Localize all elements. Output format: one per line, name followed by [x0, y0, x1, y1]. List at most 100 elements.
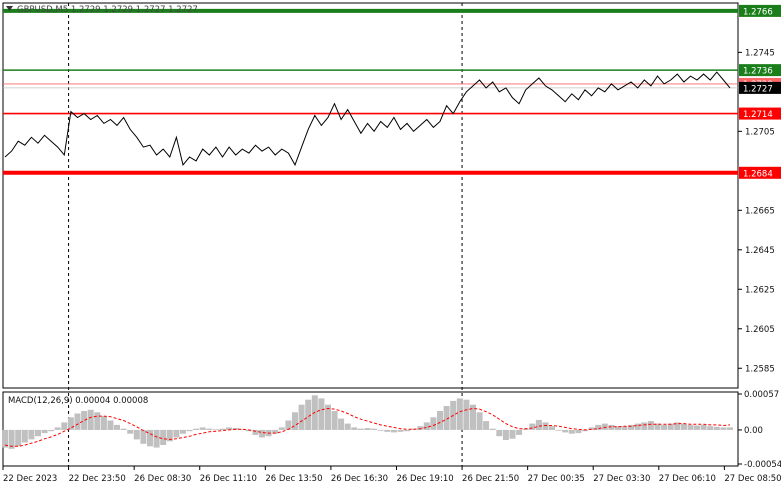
canvas-background — [0, 0, 781, 489]
price-axis-label: 1.2645 — [745, 246, 775, 256]
macd-histogram-bar[interactable] — [680, 423, 687, 430]
macd-histogram-bar[interactable] — [423, 422, 430, 430]
macd-histogram-bar[interactable] — [318, 398, 325, 430]
macd-histogram-bar[interactable] — [687, 424, 694, 430]
macd-histogram-bar[interactable] — [575, 429, 582, 434]
price-axis-label: 1.2705 — [745, 127, 775, 137]
macd-histogram-bar[interactable] — [549, 426, 555, 430]
macd-histogram-bar[interactable] — [647, 421, 654, 430]
macd-histogram-bar[interactable] — [48, 429, 55, 432]
macd-histogram-bar[interactable] — [417, 426, 424, 430]
macd-histogram-bar[interactable] — [568, 429, 575, 434]
macd-histogram-bar[interactable] — [67, 417, 74, 430]
macd-histogram-bar[interactable] — [700, 424, 707, 430]
macd-histogram-bar[interactable] — [713, 426, 720, 430]
macd-histogram-bar[interactable] — [15, 429, 22, 447]
macd-histogram-bar[interactable] — [364, 428, 371, 430]
macd-histogram-bar[interactable] — [727, 427, 733, 430]
macd-histogram-bar[interactable] — [397, 429, 404, 432]
macd-histogram-bar[interactable] — [107, 420, 114, 431]
macd-histogram-bar[interactable] — [555, 429, 562, 431]
macd-axis-label: 0.00 — [744, 426, 763, 436]
macd-histogram-bar[interactable] — [219, 428, 226, 430]
macd-histogram-bar[interactable] — [338, 418, 345, 430]
macd-histogram-bar[interactable] — [212, 429, 219, 431]
time-axis-label: 26 Dec 16:30 — [331, 474, 388, 484]
macd-histogram-bar[interactable] — [127, 429, 134, 434]
price-axis-label: 1.2605 — [745, 325, 775, 335]
macd-histogram-bar[interactable] — [661, 424, 668, 430]
macd-histogram-bar[interactable] — [542, 422, 549, 430]
macd-histogram-bar[interactable] — [516, 429, 523, 435]
macd-histogram-bar[interactable] — [292, 412, 298, 430]
macd-histogram-bar[interactable] — [404, 429, 411, 432]
macd-histogram-bar[interactable] — [344, 423, 351, 430]
macd-histogram-bar[interactable] — [133, 429, 140, 440]
time-axis-label: 26 Dec 13:50 — [265, 474, 322, 484]
macd-histogram-bar[interactable] — [180, 429, 186, 434]
macd-axis-label: -0.00054 — [744, 460, 781, 470]
macd-histogram-bar[interactable] — [535, 419, 542, 430]
macd-histogram-bar[interactable] — [193, 428, 200, 430]
macd-histogram-bar[interactable] — [100, 416, 107, 430]
macd-histogram-bar[interactable] — [562, 429, 569, 433]
macd-histogram-bar[interactable] — [41, 429, 48, 434]
macd-histogram-bar[interactable] — [35, 429, 41, 437]
macd-histogram-bar[interactable] — [351, 427, 358, 430]
level-label: 1.2766 — [743, 7, 773, 17]
macd-histogram-bar[interactable] — [456, 398, 463, 430]
macd-histogram-bar[interactable] — [489, 428, 496, 430]
price-axis-label: 1.2665 — [745, 206, 775, 216]
current-price-label: 1.2727 — [743, 84, 773, 94]
macd-histogram-bar[interactable] — [694, 425, 700, 430]
macd-histogram-bar[interactable] — [160, 429, 167, 445]
macd-histogram-bar[interactable] — [54, 427, 61, 430]
macd-histogram-bar[interactable] — [707, 426, 714, 430]
macd-histogram-bar[interactable] — [628, 424, 635, 430]
macd-histogram-bar[interactable] — [114, 424, 120, 430]
macd-histogram-bar[interactable] — [120, 428, 127, 430]
macd-histogram-bar[interactable] — [81, 411, 88, 430]
macd-histogram-bar[interactable] — [74, 413, 81, 430]
chart-canvas[interactable]: 1.2585 1.2605 1.2625 1.2645 1.2665 1.2705 1.27… — [0, 0, 781, 489]
macd-histogram-bar[interactable] — [199, 427, 206, 430]
macd-histogram-bar[interactable] — [28, 429, 35, 440]
macd-histogram-bar[interactable] — [430, 417, 437, 430]
macd-histogram-bar[interactable] — [371, 428, 378, 430]
macd-histogram-bar[interactable] — [377, 429, 384, 431]
macd-histogram-bar[interactable] — [153, 429, 160, 448]
macd-histogram-bar[interactable] — [502, 429, 509, 440]
macd-histogram-bar[interactable] — [186, 429, 193, 432]
macd-histogram-bar[interactable] — [2, 429, 8, 448]
macd-histogram-bar[interactable] — [384, 429, 391, 432]
time-axis-label: 26 Dec 19:10 — [396, 474, 453, 484]
macd-histogram-bar[interactable] — [641, 422, 648, 430]
macd-histogram-bar[interactable] — [390, 429, 397, 433]
macd-histogram-bar[interactable] — [278, 427, 285, 430]
macd-histogram-bar[interactable] — [285, 420, 292, 431]
macd-histogram-bar[interactable] — [259, 429, 266, 438]
macd-histogram-bar[interactable] — [437, 411, 443, 430]
macd-histogram-bar[interactable] — [720, 427, 727, 430]
macd-axis-label: 0.00057 — [744, 390, 779, 400]
macd-histogram-bar[interactable] — [357, 428, 364, 430]
macd-histogram-bar[interactable] — [87, 409, 94, 430]
macd-histogram-bar[interactable] — [529, 423, 536, 430]
macd-histogram-bar[interactable] — [298, 404, 305, 430]
macd-histogram-bar[interactable] — [21, 429, 28, 443]
macd-histogram-bar[interactable] — [94, 412, 101, 430]
macd-histogram-bar[interactable] — [61, 422, 68, 430]
macd-histogram-bar[interactable] — [331, 411, 338, 430]
macd-histogram-bar[interactable] — [509, 429, 516, 439]
macd-histogram-bar[interactable] — [483, 421, 490, 430]
macd-histogram-bar[interactable] — [476, 412, 483, 430]
macd-histogram-bar[interactable] — [496, 429, 503, 437]
macd-histogram-bar[interactable] — [621, 426, 628, 430]
macd-histogram-bar[interactable] — [463, 399, 470, 430]
macd-histogram-bar[interactable] — [206, 428, 213, 430]
macd-histogram-bar[interactable] — [634, 423, 641, 430]
price-axis-label: 1.2745 — [745, 48, 775, 58]
macd-histogram-bar[interactable] — [173, 429, 180, 438]
time-axis-label: 26 Dec 11:10 — [200, 474, 257, 484]
macd-histogram-bar[interactable] — [601, 423, 608, 430]
